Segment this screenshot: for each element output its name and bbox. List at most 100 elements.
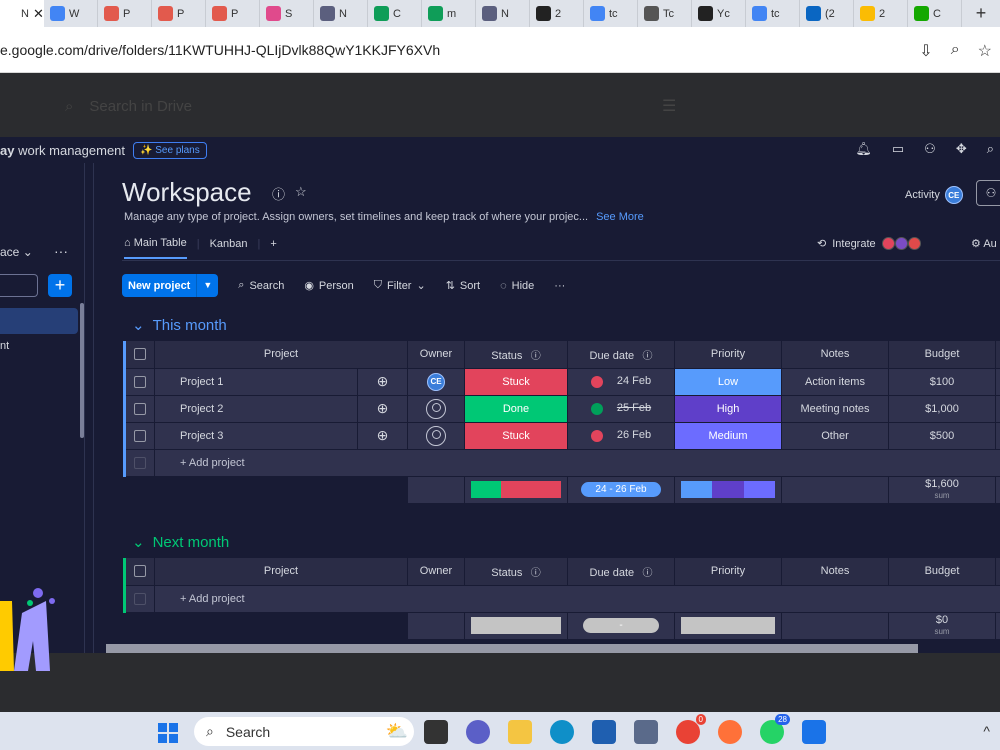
more-options-icon[interactable]: ··· — [554, 280, 565, 292]
browser-tab[interactable]: S — [260, 0, 314, 27]
column-header-status[interactable]: Status ⓘ — [464, 341, 568, 369]
invite-members-icon[interactable]: ⚇ — [924, 141, 936, 157]
teams-icon[interactable] — [466, 720, 490, 744]
chrome-icon[interactable]: 0 — [676, 714, 706, 744]
chevron-down-icon[interactable]: ▼ — [196, 274, 218, 297]
info-icon[interactable]: ⓘ — [522, 568, 541, 579]
add-update-icon[interactable]: ⊕ — [357, 368, 408, 396]
due-date-cell[interactable]: 24 Feb — [567, 368, 675, 396]
brand-logo[interactable]: ay work management — [0, 143, 125, 158]
due-date-timeline[interactable]: - — [567, 612, 675, 640]
notes-cell[interactable]: Action items — [781, 368, 889, 396]
status-cell[interactable]: Stuck — [464, 422, 568, 450]
group-title[interactable]: Next month — [153, 534, 230, 551]
windows-start-icon[interactable] — [158, 723, 178, 743]
sidebar-item-selected[interactable] — [0, 308, 78, 334]
search-icon[interactable]: ⌕ — [987, 141, 994, 157]
table-row[interactable]: Project 2 ⊕ Done 25 Feb High Meeting notes $1,… — [123, 395, 1000, 423]
add-project-input[interactable]: + Add project — [154, 449, 1000, 477]
tab-main-table[interactable]: ⌂ Main Table — [124, 237, 187, 259]
notes-cell[interactable]: Other — [781, 422, 889, 450]
table-row[interactable]: Project 3 ⊕ Stuck 26 Feb Medium Other $500 — [123, 422, 1000, 450]
drive-search[interactable]: ⌕ Search in Drive — [65, 98, 192, 115]
sidebar-search-input[interactable] — [0, 274, 38, 297]
browser-tab[interactable]: P — [98, 0, 152, 27]
bookmark-star-icon[interactable]: ☆ — [978, 41, 992, 61]
column-header-owner[interactable]: Owner — [407, 558, 465, 586]
horizontal-scrollbar[interactable] — [106, 644, 918, 653]
browser-tab[interactable]: P — [152, 0, 206, 27]
taskbar-search[interactable]: ⌕ Search ⛅ — [194, 717, 414, 746]
browser-tab[interactable]: W — [44, 0, 98, 27]
project-name-cell[interactable]: Project 3 — [154, 422, 358, 450]
column-header-owner[interactable]: Owner — [407, 341, 465, 369]
group-header-next-month[interactable]: ⌄ Next month — [132, 533, 230, 552]
add-item-button[interactable]: + — [48, 274, 72, 297]
browser-tab[interactable]: 2 — [530, 0, 584, 27]
priority-cell[interactable]: Low — [674, 368, 782, 396]
sort-button[interactable]: ⇅ Sort — [446, 279, 480, 293]
priority-summary-bar[interactable] — [674, 612, 782, 640]
column-header-due-date[interactable]: Due date ⓘ — [567, 341, 675, 369]
status-cell[interactable]: Done — [464, 395, 568, 423]
add-view-button[interactable]: + — [270, 238, 276, 258]
star-icon[interactable]: ☆ — [295, 184, 307, 203]
notes-cell[interactable]: Meeting notes — [781, 395, 889, 423]
tab-kanban[interactable]: Kanban — [210, 238, 248, 258]
store-icon[interactable] — [592, 720, 616, 744]
add-project-input[interactable]: + Add project — [154, 585, 1000, 613]
url-text[interactable]: e.google.com/drive/folders/11KWTUHHJ-QLI… — [0, 42, 440, 58]
row-checkbox[interactable] — [123, 395, 155, 423]
more-options-icon[interactable]: ··· — [54, 243, 68, 259]
edge-icon[interactable] — [550, 720, 574, 744]
file-explorer-icon[interactable] — [508, 720, 532, 744]
budget-cell[interactable]: $500 — [888, 422, 996, 450]
browser-tab[interactable]: m — [422, 0, 476, 27]
group-header-this-month[interactable]: ⌄ This month — [132, 316, 227, 335]
browser-tab[interactable]: C — [908, 0, 962, 27]
browser-tab[interactable]: Tc — [638, 0, 692, 27]
info-icon[interactable]: ⓘ — [634, 351, 652, 362]
due-date-timeline[interactable]: 24 - 26 Feb — [567, 476, 675, 504]
chevron-up-icon[interactable]: ^ — [983, 723, 990, 739]
workspace-selector[interactable]: ace ⌄ — [0, 245, 33, 259]
bell-icon[interactable]: 🔔︎ — [855, 141, 872, 157]
see-plans-button[interactable]: ✨ See plans — [133, 141, 207, 159]
priority-cell[interactable]: Medium — [674, 422, 782, 450]
row-checkbox[interactable] — [123, 422, 155, 450]
new-tab-button[interactable]: + — [970, 3, 992, 24]
browser-tab[interactable]: (2 — [800, 0, 854, 27]
project-name-cell[interactable]: Project 2 — [154, 395, 358, 423]
notepad-icon[interactable] — [802, 720, 826, 744]
add-project-row[interactable]: + Add project — [123, 449, 1000, 477]
column-header-notes[interactable]: Notes — [781, 558, 889, 586]
due-date-cell[interactable]: 26 Feb — [567, 422, 675, 450]
address-bar[interactable]: e.google.com/drive/folders/11KWTUHHJ-QLI… — [0, 27, 1000, 73]
add-project-row[interactable]: + Add project — [123, 585, 1000, 613]
browser-tab[interactable]: C — [368, 0, 422, 27]
priority-summary-bar[interactable] — [674, 476, 782, 504]
project-name-cell[interactable]: Project 1 — [154, 368, 358, 396]
browser-tab[interactable]: tc — [746, 0, 800, 27]
add-update-icon[interactable]: ⊕ — [357, 395, 408, 423]
browser-tab[interactable]: N — [314, 0, 368, 27]
owner-cell[interactable] — [407, 395, 465, 423]
select-all-checkbox[interactable] — [123, 341, 155, 369]
task-view-icon[interactable] — [424, 720, 448, 744]
budget-cell[interactable]: $1,000 — [888, 395, 996, 423]
firefox-icon[interactable] — [718, 720, 742, 744]
apps-icon[interactable]: ✥ — [956, 141, 967, 157]
filter-options-icon[interactable]: ☰ — [662, 96, 676, 116]
automate-button[interactable]: ⚙ Au — [971, 237, 997, 250]
chevron-down-icon[interactable]: ⌄ — [132, 316, 145, 334]
row-checkbox[interactable] — [123, 368, 155, 396]
info-icon[interactable]: ⓘ — [272, 184, 285, 203]
info-icon[interactable]: ⓘ — [634, 568, 652, 579]
browser-tab[interactable]: 2 — [854, 0, 908, 27]
column-header-priority[interactable]: Priority — [674, 341, 782, 369]
column-header-due-date[interactable]: Due date ⓘ — [567, 558, 675, 586]
due-date-cell[interactable]: 25 Feb — [567, 395, 675, 423]
whatsapp-icon[interactable]: 28 — [760, 714, 790, 744]
owner-cell[interactable]: CE — [407, 368, 465, 396]
chevron-down-icon[interactable]: ⌄ — [132, 533, 145, 551]
